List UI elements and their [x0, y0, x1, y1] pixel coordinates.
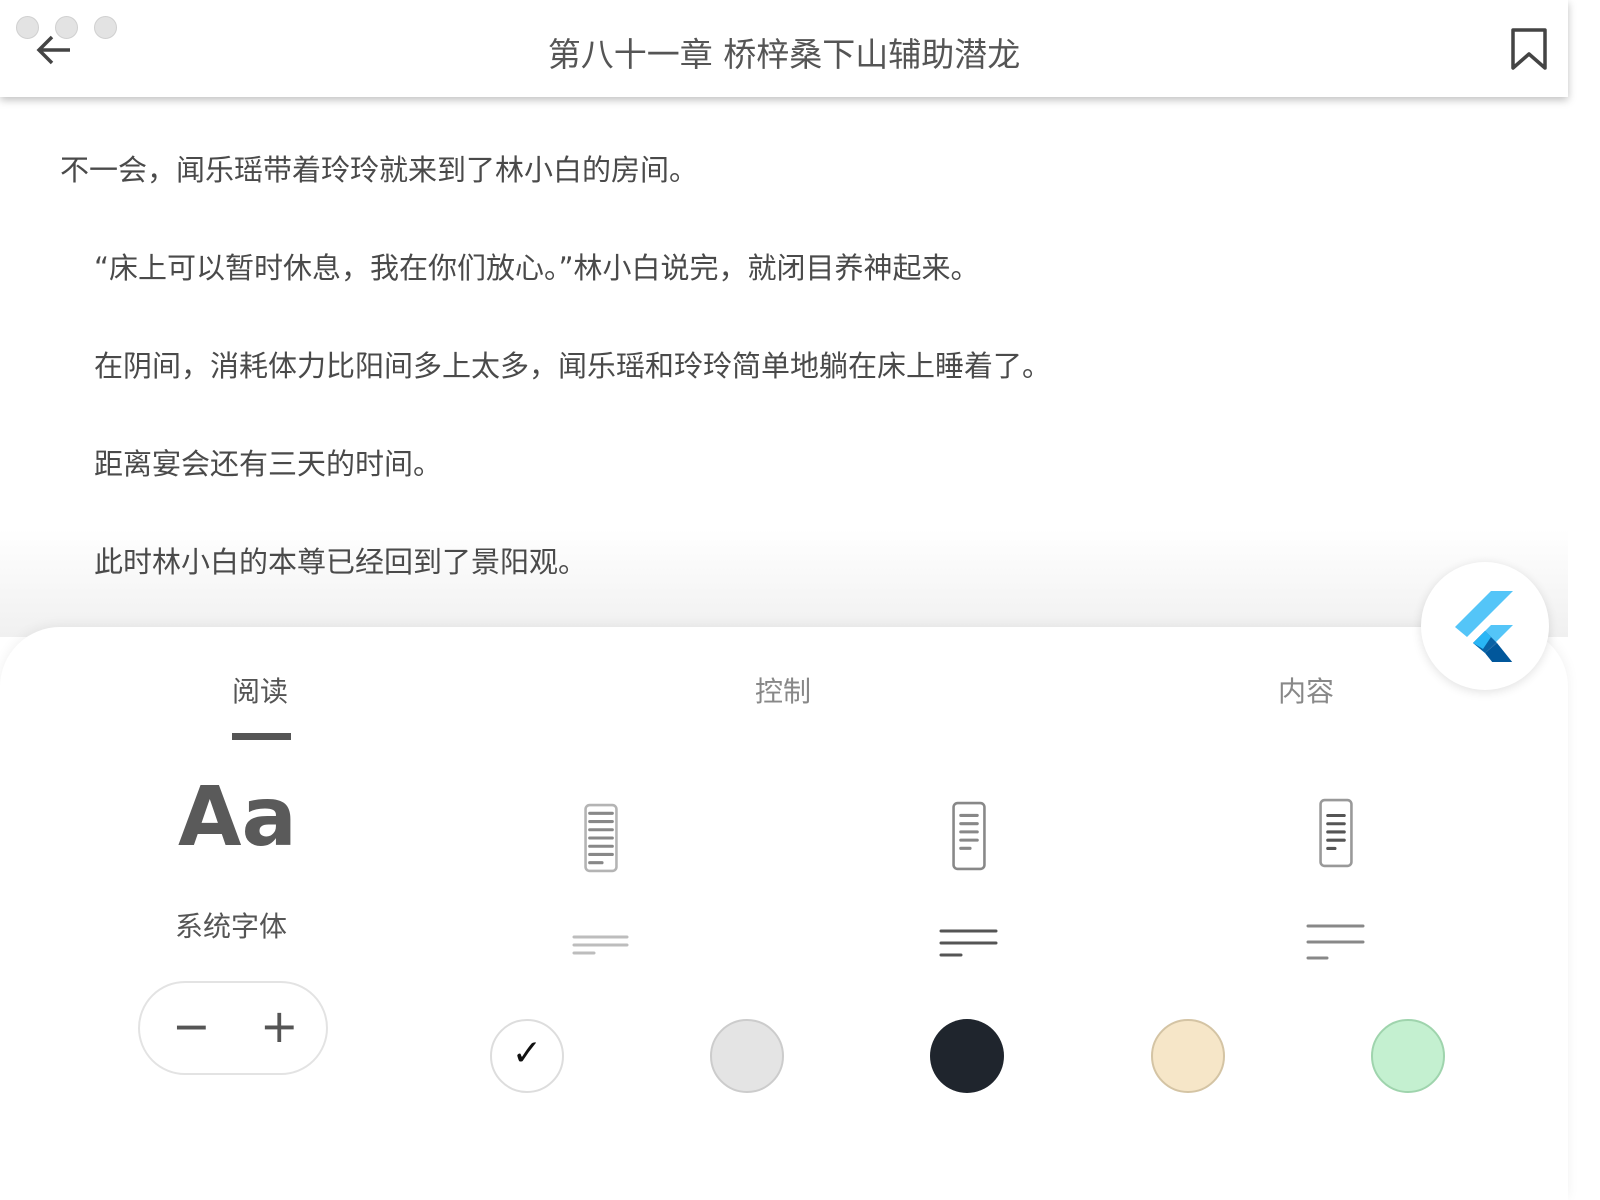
active-tab-indicator	[232, 733, 291, 740]
tab-content[interactable]: 内容	[1278, 670, 1334, 710]
font-size-stepper: − +	[138, 981, 328, 1075]
line-spacing-loose-icon[interactable]	[1305, 920, 1367, 964]
checkmark-icon: ✓	[511, 1033, 543, 1074]
reading-content: 不一会，闻乐瑶带着玲玲就来到了林小白的房间。 “床上可以暂时休息，我在你们放心。…	[0, 97, 1568, 637]
tab-control[interactable]: 控制	[755, 670, 811, 710]
line-spacing-tight-icon[interactable]	[570, 932, 632, 962]
bookmark-icon[interactable]	[1510, 28, 1548, 70]
theme-green-swatch[interactable]	[1371, 1019, 1445, 1093]
font-name[interactable]: 系统字体	[175, 905, 287, 945]
theme-gray-swatch[interactable]	[710, 1019, 784, 1093]
margin-medium-icon[interactable]	[938, 801, 1000, 871]
top-bar: 第八十一章 桥梓桑下山辅助潜龙	[0, 0, 1568, 97]
paragraph: 此时林小白的本尊已经回到了景阳观。	[94, 545, 588, 579]
tab-reading[interactable]: 阅读	[232, 670, 288, 710]
flutter-logo-button[interactable]	[1421, 562, 1549, 690]
line-spacing-medium-icon[interactable]	[938, 926, 1000, 962]
margin-small-icon[interactable]	[570, 803, 632, 873]
theme-dark-swatch[interactable]	[930, 1019, 1004, 1093]
paragraph: 不一会，闻乐瑶带着玲玲就来到了林小白的房间。	[60, 153, 699, 187]
paragraph: 在阴间，消耗体力比阳间多上太多，闻乐瑶和玲玲简单地躺在床上睡着了。	[94, 349, 1052, 383]
increase-font-button[interactable]: +	[260, 999, 299, 1053]
paragraph: “床上可以暂时休息，我在你们放心。”林小白说完，就闭目养神起来。	[94, 251, 980, 285]
chapter-title: 第八十一章 桥梓桑下山辅助潜龙	[547, 35, 1021, 74]
font-sample[interactable]: Aa	[178, 770, 297, 865]
theme-white-swatch[interactable]: ✓	[490, 1019, 564, 1093]
paragraph: 距离宴会还有三天的时间。	[94, 447, 443, 481]
flutter-logo-icon	[1455, 591, 1513, 662]
theme-beige-swatch[interactable]	[1151, 1019, 1225, 1093]
decrease-font-button[interactable]: −	[172, 999, 211, 1053]
margin-large-icon[interactable]	[1305, 798, 1367, 868]
